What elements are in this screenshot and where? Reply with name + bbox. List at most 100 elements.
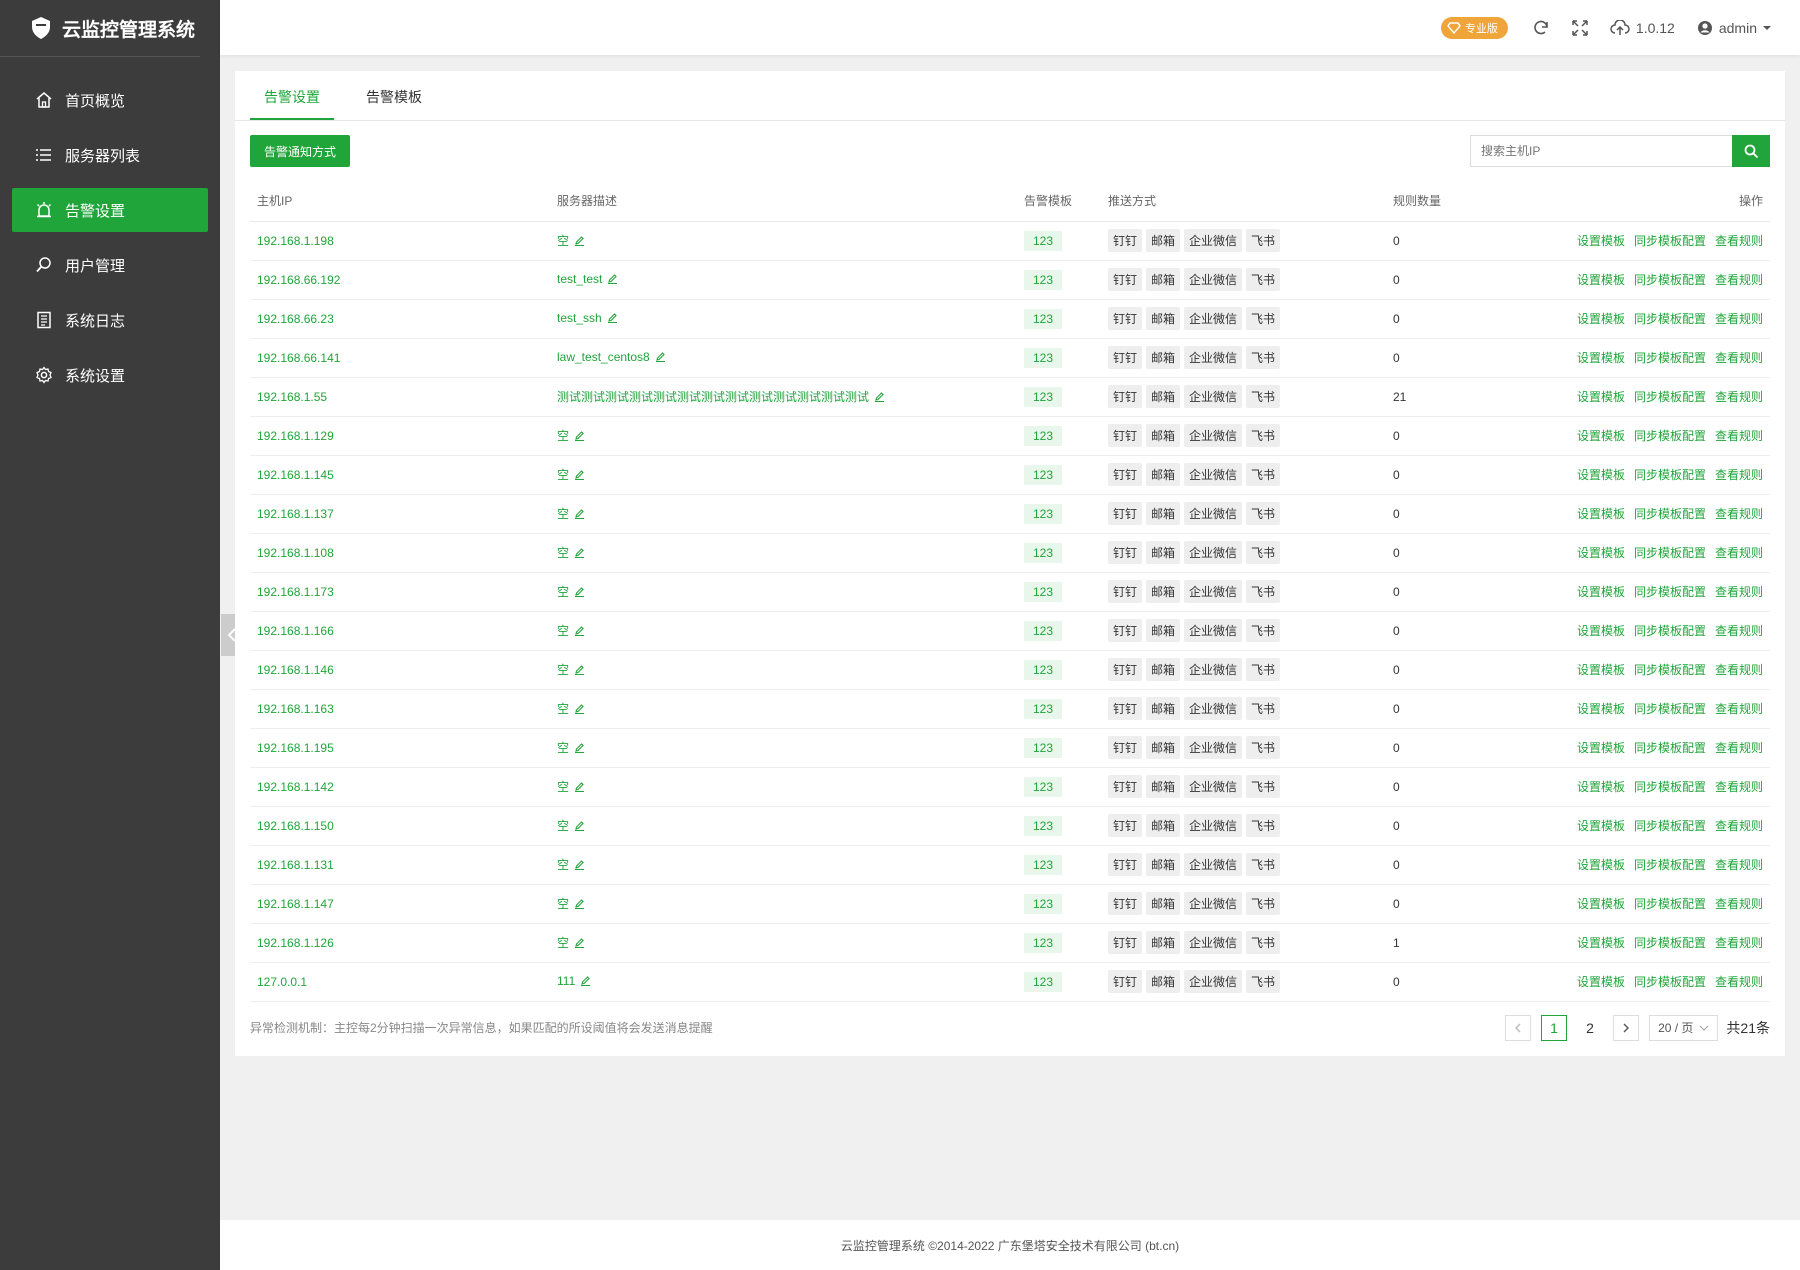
notify-method-button[interactable]: 告警通知方式 bbox=[250, 135, 351, 167]
set-template-link[interactable]: 设置模板 bbox=[1577, 975, 1625, 989]
sync-template-link[interactable]: 同步模板配置 bbox=[1634, 741, 1706, 755]
next-page-button[interactable] bbox=[1613, 1014, 1640, 1041]
sync-template-link[interactable]: 同步模板配置 bbox=[1634, 858, 1706, 872]
view-rules-link[interactable]: 查看规则 bbox=[1715, 780, 1763, 794]
view-rules-link[interactable]: 查看规则 bbox=[1715, 312, 1763, 326]
sync-template-link[interactable]: 同步模板配置 bbox=[1634, 546, 1706, 560]
host-ip[interactable]: 192.168.1.173 bbox=[250, 572, 550, 612]
set-template-link[interactable]: 设置模板 bbox=[1577, 702, 1625, 716]
view-rules-link[interactable]: 查看规则 bbox=[1715, 936, 1763, 950]
view-rules-link[interactable]: 查看规则 bbox=[1715, 663, 1763, 677]
view-rules-link[interactable]: 查看规则 bbox=[1715, 507, 1763, 521]
edit-icon[interactable] bbox=[574, 664, 585, 678]
host-ip[interactable]: 192.168.1.145 bbox=[250, 455, 550, 495]
host-ip[interactable]: 192.168.1.198 bbox=[250, 221, 550, 261]
edit-icon[interactable] bbox=[607, 312, 618, 326]
host-ip[interactable]: 127.0.0.1 bbox=[250, 962, 550, 1002]
set-template-link[interactable]: 设置模板 bbox=[1577, 585, 1625, 599]
view-rules-link[interactable]: 查看规则 bbox=[1715, 975, 1763, 989]
server-desc[interactable]: 空 bbox=[557, 546, 569, 560]
server-desc[interactable]: 空 bbox=[557, 819, 569, 833]
server-desc[interactable]: test_ssh bbox=[557, 311, 602, 325]
host-ip[interactable]: 192.168.1.131 bbox=[250, 845, 550, 885]
host-ip[interactable]: 192.168.66.141 bbox=[250, 338, 550, 378]
edit-icon[interactable] bbox=[574, 235, 585, 249]
server-desc[interactable]: 空 bbox=[557, 585, 569, 599]
host-ip[interactable]: 192.168.66.192 bbox=[250, 260, 550, 300]
view-rules-link[interactable]: 查看规则 bbox=[1715, 429, 1763, 443]
sync-template-link[interactable]: 同步模板配置 bbox=[1634, 819, 1706, 833]
host-ip[interactable]: 192.168.1.142 bbox=[250, 767, 550, 807]
search-input[interactable] bbox=[1470, 135, 1732, 167]
view-rules-link[interactable]: 查看规则 bbox=[1715, 585, 1763, 599]
set-template-link[interactable]: 设置模板 bbox=[1577, 507, 1625, 521]
set-template-link[interactable]: 设置模板 bbox=[1577, 819, 1625, 833]
server-desc[interactable]: 空 bbox=[557, 702, 569, 716]
set-template-link[interactable]: 设置模板 bbox=[1577, 546, 1625, 560]
set-template-link[interactable]: 设置模板 bbox=[1577, 468, 1625, 482]
view-rules-link[interactable]: 查看规则 bbox=[1715, 273, 1763, 287]
server-desc[interactable]: 空 bbox=[557, 663, 569, 677]
server-desc[interactable]: 空 bbox=[557, 468, 569, 482]
set-template-link[interactable]: 设置模板 bbox=[1577, 429, 1625, 443]
tab-1[interactable]: 告警模板 bbox=[352, 71, 436, 120]
page-2[interactable]: 2 bbox=[1577, 1015, 1603, 1041]
sync-template-link[interactable]: 同步模板配置 bbox=[1634, 897, 1706, 911]
refresh-button[interactable] bbox=[1532, 19, 1550, 37]
host-ip[interactable]: 192.168.1.163 bbox=[250, 689, 550, 729]
host-ip[interactable]: 192.168.1.166 bbox=[250, 611, 550, 651]
sync-template-link[interactable]: 同步模板配置 bbox=[1634, 975, 1706, 989]
prev-page-button[interactable] bbox=[1505, 1014, 1532, 1041]
view-rules-link[interactable]: 查看规则 bbox=[1715, 741, 1763, 755]
user-menu[interactable]: admin bbox=[1697, 20, 1772, 36]
edit-icon[interactable] bbox=[574, 625, 585, 639]
edit-icon[interactable] bbox=[574, 508, 585, 522]
set-template-link[interactable]: 设置模板 bbox=[1577, 741, 1625, 755]
view-rules-link[interactable]: 查看规则 bbox=[1715, 624, 1763, 638]
page-size-select[interactable]: 20 / 页 bbox=[1649, 1014, 1719, 1041]
host-ip[interactable]: 192.168.1.146 bbox=[250, 650, 550, 690]
sidebar-item-0[interactable]: 首页概览 bbox=[12, 78, 208, 122]
edit-icon[interactable] bbox=[574, 859, 585, 873]
edit-icon[interactable] bbox=[574, 898, 585, 912]
server-desc[interactable]: 111 bbox=[557, 974, 575, 988]
set-template-link[interactable]: 设置模板 bbox=[1577, 858, 1625, 872]
sync-template-link[interactable]: 同步模板配置 bbox=[1634, 351, 1706, 365]
sidebar-item-4[interactable]: 系统日志 bbox=[12, 298, 208, 342]
host-ip[interactable]: 192.168.66.23 bbox=[250, 299, 550, 339]
server-desc[interactable]: 空 bbox=[557, 741, 569, 755]
edit-icon[interactable] bbox=[574, 937, 585, 951]
sync-template-link[interactable]: 同步模板配置 bbox=[1634, 234, 1706, 248]
fullscreen-button[interactable] bbox=[1572, 19, 1588, 36]
server-desc[interactable]: 空 bbox=[557, 624, 569, 638]
pro-badge[interactable]: 专业版 bbox=[1440, 16, 1508, 39]
edit-icon[interactable] bbox=[574, 703, 585, 717]
set-template-link[interactable]: 设置模板 bbox=[1577, 234, 1625, 248]
host-ip[interactable]: 192.168.1.129 bbox=[250, 416, 550, 456]
host-ip[interactable]: 192.168.1.137 bbox=[250, 494, 550, 534]
view-rules-link[interactable]: 查看规则 bbox=[1715, 546, 1763, 560]
host-ip[interactable]: 192.168.1.150 bbox=[250, 806, 550, 846]
set-template-link[interactable]: 设置模板 bbox=[1577, 663, 1625, 677]
server-desc[interactable]: 空 bbox=[557, 234, 569, 248]
sidebar-item-1[interactable]: 服务器列表 bbox=[12, 133, 208, 177]
set-template-link[interactable]: 设置模板 bbox=[1577, 273, 1625, 287]
sync-template-link[interactable]: 同步模板配置 bbox=[1634, 663, 1706, 677]
host-ip[interactable]: 192.168.1.195 bbox=[250, 728, 550, 768]
update-button[interactable]: 1.0.12 bbox=[1610, 19, 1675, 36]
host-ip[interactable]: 192.168.1.108 bbox=[250, 533, 550, 573]
sync-template-link[interactable]: 同步模板配置 bbox=[1634, 507, 1706, 521]
edit-icon[interactable] bbox=[607, 273, 618, 287]
edit-icon[interactable] bbox=[655, 351, 666, 365]
edit-icon[interactable] bbox=[574, 742, 585, 756]
server-desc[interactable]: law_test_centos8 bbox=[557, 350, 650, 364]
view-rules-link[interactable]: 查看规则 bbox=[1715, 351, 1763, 365]
edit-icon[interactable] bbox=[574, 820, 585, 834]
edit-icon[interactable] bbox=[574, 430, 585, 444]
view-rules-link[interactable]: 查看规则 bbox=[1715, 897, 1763, 911]
set-template-link[interactable]: 设置模板 bbox=[1577, 351, 1625, 365]
server-desc[interactable]: 空 bbox=[557, 936, 569, 950]
view-rules-link[interactable]: 查看规则 bbox=[1715, 468, 1763, 482]
server-desc[interactable]: 空 bbox=[557, 507, 569, 521]
sync-template-link[interactable]: 同步模板配置 bbox=[1634, 585, 1706, 599]
